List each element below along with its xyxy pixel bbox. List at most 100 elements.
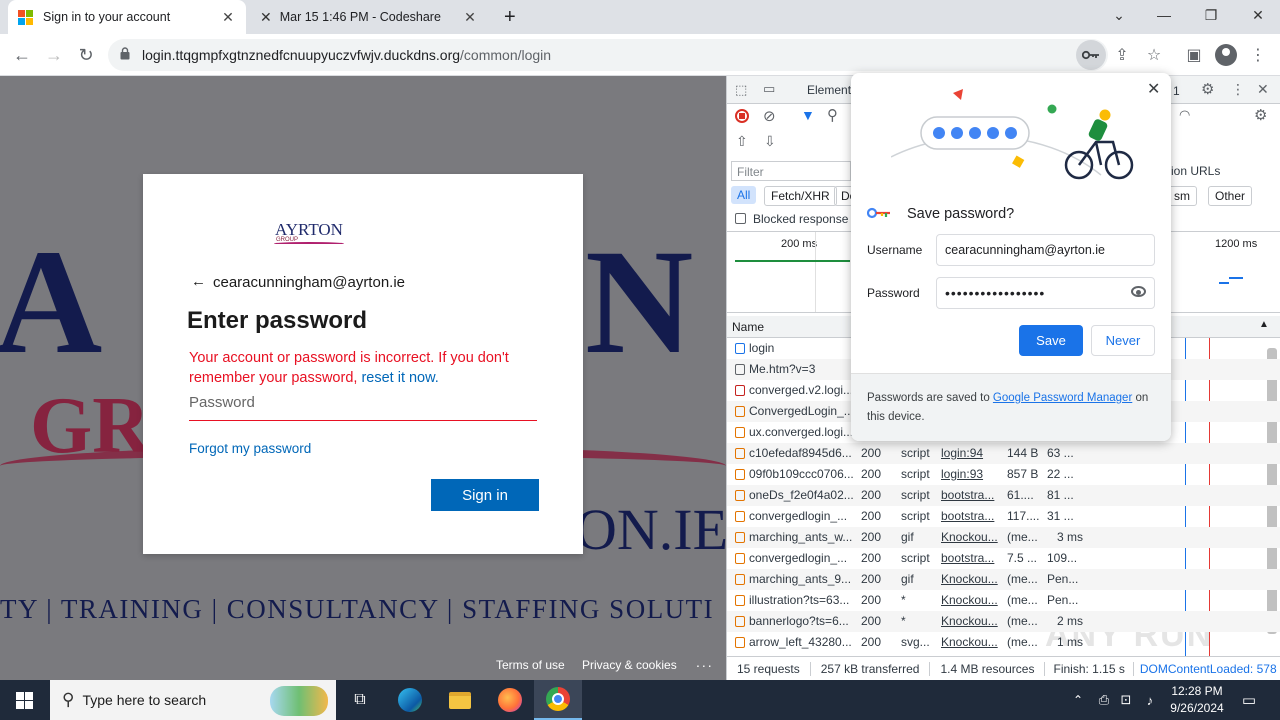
devtools-close-icon[interactable]: ✕ [1257,81,1269,98]
table-row[interactable]: marching_ants_9... 200 gif Knockou... (me...… [727,569,1280,590]
password-key-icon[interactable] [1076,40,1106,70]
password-manager-link[interactable]: Google Password Manager [993,392,1132,404]
tab-elements[interactable]: Element [807,83,851,97]
table-row[interactable]: marching_ants_w... 200 gif Knockou... (me...… [727,527,1280,548]
firefox-icon[interactable] [486,680,534,720]
export-har-icon[interactable]: ⇩ [764,133,776,150]
username-field[interactable]: cearacunningham@ayrton.ie [936,234,1155,266]
table-row[interactable]: c10efedaf8945d6... 200 script login:94 144 B… [727,443,1280,464]
tab-close-icon[interactable]: ✕ [462,9,478,26]
share-icon[interactable]: ⇪ [1110,43,1134,67]
cyclist-illustration [891,89,1134,180]
edge-icon[interactable] [386,680,434,720]
maximize-button[interactable]: ❐ [1189,0,1233,30]
back-arrow-icon[interactable]: ← [191,273,206,290]
filter-all[interactable]: All [731,186,757,204]
tab-sign-in[interactable]: Sign in to your account ✕ [8,0,246,34]
new-tab-button[interactable]: + [494,0,524,34]
tab-codeshare[interactable]: ✕ Mar 15 1:46 PM - Codeshare ✕ [250,0,488,34]
tab-search-icon[interactable]: ⌄ [1097,0,1141,30]
record-stop-icon[interactable] [735,109,749,123]
filter-other[interactable]: Other [1208,186,1253,206]
request-initiator[interactable]: bootstra... [941,551,1001,565]
back-icon[interactable]: ← [10,43,34,67]
save-button[interactable]: Save [1019,325,1083,356]
table-row[interactable]: arrow_left_43280... 200 svg... Knockou... (m… [727,632,1280,653]
dialog-close-icon[interactable]: ✕ [1147,79,1160,99]
profile-avatar-icon[interactable] [1214,43,1238,67]
side-panel-icon[interactable]: ▣ [1182,43,1206,67]
timeline-label: 200 ms [781,238,818,250]
sign-in-button[interactable]: Sign in [431,479,539,511]
table-row[interactable]: oneDs_f2e0f4a02... 200 script bootstra... 61… [727,485,1280,506]
request-initiator[interactable]: bootstra... [941,509,1001,523]
network-settings-icon[interactable]: ⚙ [1254,106,1267,124]
password-field[interactable]: Password [189,394,537,421]
request-initiator[interactable]: Knockou... [941,572,1001,586]
menu-icon[interactable]: ⋮ [1246,43,1270,67]
request-initiator[interactable]: Knockou... [941,593,1001,607]
request-initiator[interactable]: login:93 [941,467,1001,481]
notifications-icon[interactable]: ▭ [1234,680,1264,720]
filter-fetch-xhr[interactable]: Fetch/XHR [764,186,837,206]
blocked-checkbox[interactable] [735,213,746,224]
request-type: script [901,446,930,460]
request-initiator[interactable]: Knockou... [941,635,1001,649]
address-bar[interactable]: login.ttqgmpfxgtnznedfcnuupyuczvfwjv.duc… [108,39,1108,71]
show-password-eye-icon[interactable] [1131,286,1146,297]
footer-more-button[interactable]: ... [696,654,714,670]
device-icon[interactable]: ⎙ [1094,680,1114,720]
minimize-button[interactable]: — [1142,0,1186,30]
never-button[interactable]: Never [1091,325,1155,356]
column-name[interactable]: Name [732,320,764,334]
request-type: gif [901,530,914,544]
clock[interactable]: 12:28 PM 9/26/2024 [1164,683,1230,717]
blocked-label: Blocked response c [753,212,858,226]
reload-icon[interactable]: ↻ [74,43,98,67]
footer-privacy-link[interactable]: Privacy & cookies [582,658,677,672]
sort-arrow-icon[interactable]: ▲ [1259,319,1269,330]
clear-icon[interactable]: ⊘ [763,107,776,125]
task-view-icon[interactable]: ⧉ [338,680,382,720]
request-initiator[interactable]: login:94 [941,446,1001,460]
settings-gear-icon[interactable]: ⚙ [1201,80,1214,98]
close-window-button[interactable]: ✕ [1236,0,1280,30]
tab-close-icon[interactable]: ✕ [220,9,236,26]
request-initiator[interactable]: Knockou... [941,614,1001,628]
search-icon[interactable]: ⚲ [827,106,838,124]
search-icon: ⚲ [62,690,75,709]
volume-icon[interactable]: ♪ [1140,680,1160,720]
reset-password-link[interactable]: reset it now. [361,370,438,386]
taskbar-search-box[interactable]: ⚲ Type here to search [50,680,336,720]
password-field[interactable]: ••••••••••••••••• [936,277,1155,309]
tab-partial[interactable]: 1 [1173,84,1180,98]
request-initiator[interactable]: Knockou... [941,530,1001,544]
inspect-element-icon[interactable]: ⬚ [735,82,747,98]
forward-icon[interactable]: → [42,43,66,67]
bookmark-star-icon[interactable]: ☆ [1142,43,1166,67]
network-icon[interactable]: ⊡ [1116,680,1136,720]
file-explorer-icon[interactable] [436,680,484,720]
devtools-status-bar: 15 requests 257 kB transferred 1.4 MB re… [727,656,1280,680]
table-row[interactable]: bannerlogo?ts=6... 200 * Knockou... (me... 2 … [727,611,1280,632]
table-row[interactable]: illustration?ts=63... 200 * Knockou... (me..… [727,590,1280,611]
table-row[interactable]: convergedlogin_... 200 script bootstra... 7.… [727,548,1280,569]
device-toolbar-icon[interactable]: ▭ [763,81,775,97]
table-row[interactable]: convergedlogin_... 200 script bootstra... 11… [727,506,1280,527]
footer-terms-link[interactable]: Terms of use [496,658,565,672]
chrome-icon[interactable] [534,680,582,720]
request-initiator[interactable]: bootstra... [941,488,1001,502]
filter-funnel-icon[interactable]: ▼ [801,107,815,123]
filter-input[interactable]: Filter [731,161,851,181]
wifi-throttle-icon[interactable]: ◠ [1179,107,1190,123]
filter-wasm[interactable]: sm [1167,186,1197,206]
show-hidden-icons-icon[interactable]: ⌃ [1068,680,1088,720]
table-row[interactable]: 09f0b109ccc0706... 200 script login:93 857 B… [727,464,1280,485]
forgot-password-link[interactable]: Forgot my password [189,441,311,456]
company-logo: AYRTON GROUP [274,220,344,244]
microsoft-logo-icon [18,9,33,25]
import-har-icon[interactable]: ⇧ [736,133,748,150]
devtools-menu-icon[interactable]: ⋮ [1231,81,1245,98]
save-password-dialog: ✕ Save password? Username cearacunningha… [851,73,1171,441]
windows-start-icon[interactable] [0,680,48,720]
